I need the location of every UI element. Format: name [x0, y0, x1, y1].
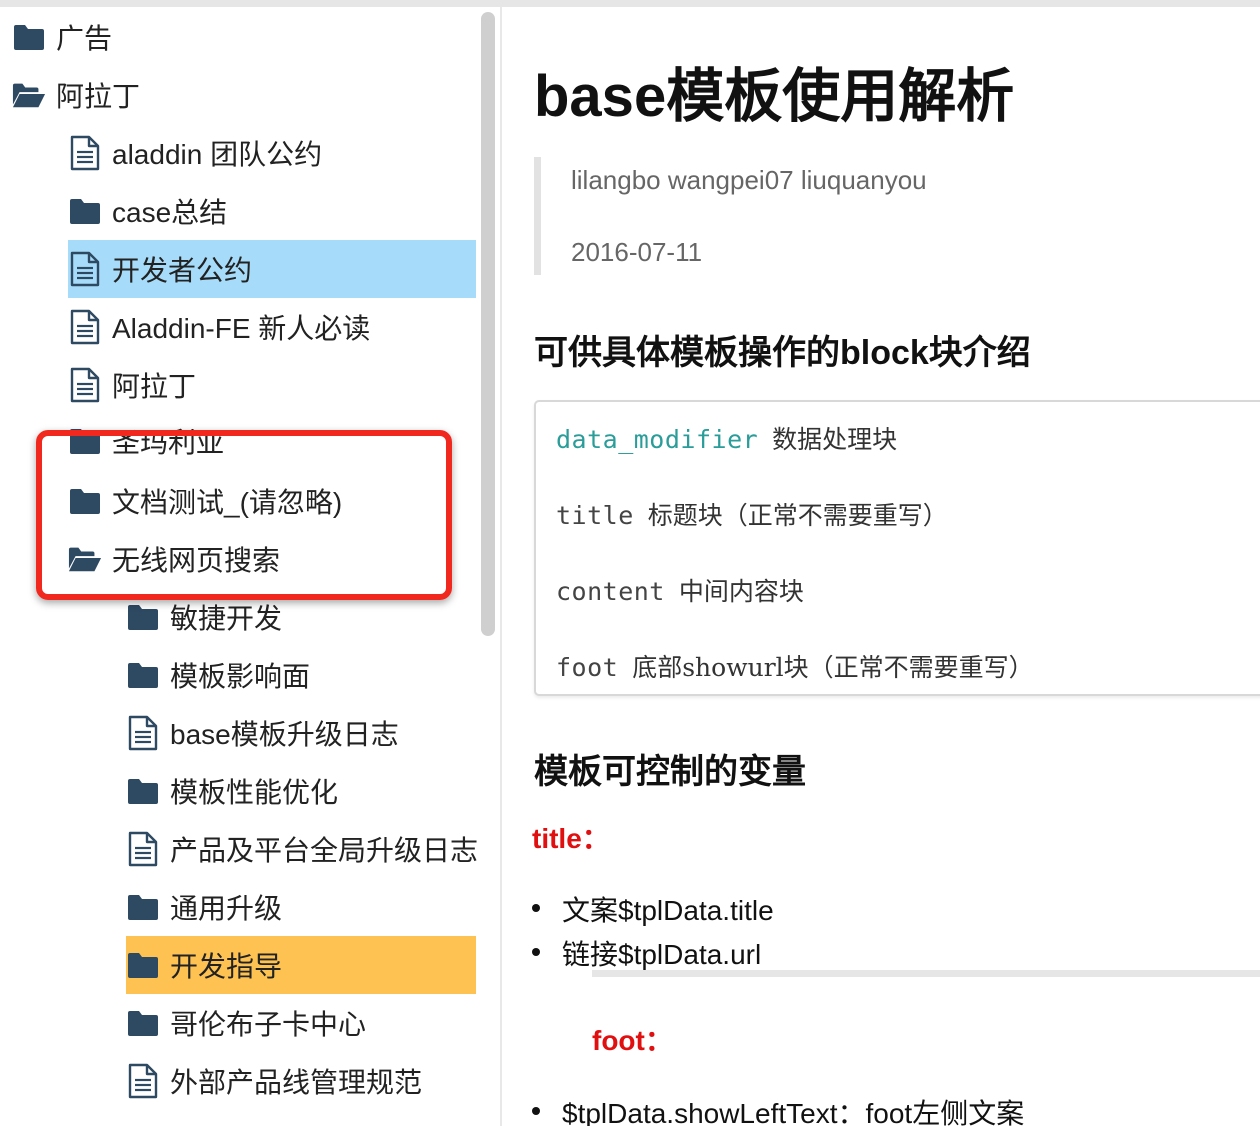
publish-date: 2016-07-11	[571, 237, 703, 267]
document-icon	[68, 251, 102, 287]
sidebar-scrollbar-thumb[interactable]	[481, 12, 495, 636]
block-row: content 中间内容块	[556, 572, 804, 608]
sidebar-item-label: 敏捷开发	[170, 603, 283, 634]
sidebar-item-label: aladdin 团队公约	[112, 139, 323, 170]
sidebar-item[interactable]: 阿拉丁	[68, 356, 476, 414]
block-code: content	[556, 577, 665, 606]
sidebar-item[interactable]: 圣玛利亚	[68, 412, 476, 470]
sidebar-item[interactable]: 广告	[12, 8, 472, 66]
meta-blockquote: lilangbo wangpei07 liuquanyou 2016-07-11	[534, 157, 1241, 275]
sidebar-item[interactable]: 无线网页搜索	[68, 530, 476, 588]
sidebar-item-label: 外部产品线管理规范	[170, 1067, 423, 1098]
folder-closed-icon	[126, 890, 160, 924]
sidebar-item[interactable]: 产品及平台全局升级日志	[126, 820, 479, 878]
folder-closed-icon	[68, 424, 102, 458]
block-desc: 标题块（正常不需要重写）	[647, 501, 948, 530]
sidebar-tree: 广告阿拉丁 aladdin 团队公约 case总结 开发者公约 Aladdin-FE 新…	[0, 7, 500, 1126]
top-border	[0, 0, 1260, 7]
sidebar-item-label: 产品及平台全局升级日志	[170, 835, 479, 866]
sidebar-item-label: base模板升级日志	[170, 719, 399, 750]
sidebar-item-label: 模板性能优化	[170, 777, 339, 808]
block-row: foot 底部showurl块（正常不需要重写）	[556, 648, 1034, 684]
variable-label-title: title：	[532, 823, 610, 854]
sidebar-item[interactable]: case总结	[68, 182, 476, 240]
sidebar-item-label: 哥伦布子卡中心	[170, 1009, 367, 1040]
sidebar-item-label: 阿拉丁	[112, 371, 197, 402]
folder-closed-icon	[126, 658, 160, 692]
list-item: 文案$tplData.title	[532, 889, 774, 929]
horizontal-rule	[592, 970, 1260, 977]
sidebar-item-label: Aladdin-FE 新人必读	[112, 313, 371, 344]
variable-label-foot: foot：	[592, 1025, 673, 1056]
sidebar-item[interactable]: 阿拉丁	[12, 66, 472, 124]
document-icon	[126, 831, 160, 867]
block-desc: 数据处理块	[772, 425, 898, 454]
sidebar-item-label: 文档测试_(请忽略)	[112, 487, 343, 518]
document-content: base模板使用解析 lilangbo wangpei07 liuquanyou…	[502, 7, 1260, 1126]
page-title: base模板使用解析	[534, 64, 1015, 129]
sidebar-item[interactable]: 敏捷开发	[126, 588, 476, 646]
folder-closed-icon	[68, 194, 102, 228]
document-icon	[68, 309, 102, 345]
folder-closed-icon	[68, 484, 102, 518]
sidebar-item[interactable]: 模板性能优化	[126, 762, 476, 820]
document-icon	[68, 367, 102, 403]
folder-closed-icon	[126, 1006, 160, 1040]
folder-closed-icon	[126, 600, 160, 634]
document-icon	[126, 1063, 160, 1099]
sidebar-item[interactable]: aladdin 团队公约	[68, 124, 476, 182]
sidebar-item-label: 开发指导	[170, 951, 283, 982]
block-code: data_modifier	[556, 425, 759, 454]
folder-open-icon	[12, 78, 46, 112]
block-code: title	[556, 501, 634, 530]
sidebar-item[interactable]: 文档测试_(请忽略)	[68, 472, 476, 530]
sidebar-item[interactable]: 开发者公约	[68, 240, 476, 298]
folder-closed-icon	[126, 948, 160, 982]
code-block: data_modifier 数据处理块 title 标题块（正常不需要重写） con…	[534, 400, 1260, 696]
folder-closed-icon	[12, 20, 46, 54]
block-row: data_modifier 数据处理块	[556, 420, 897, 456]
section-heading-blocks: 可供具体模板操作的block块介绍	[534, 334, 1031, 372]
document-icon	[126, 715, 160, 751]
folder-closed-icon	[126, 774, 160, 808]
sidebar-item-label: 模板影响面	[170, 661, 311, 692]
folder-open-icon	[68, 542, 102, 576]
sidebar-item[interactable]: 模板影响面	[126, 646, 476, 704]
sidebar-item-label: 阿拉丁	[56, 81, 141, 112]
list-item: 链接$tplData.url	[531, 933, 761, 973]
sidebar-item[interactable]: 通用升级	[126, 878, 476, 936]
sidebar-item-label: 通用升级	[170, 893, 283, 924]
sidebar-item[interactable]: 哥伦布子卡中心	[126, 994, 476, 1052]
sidebar-item-label: 圣玛利亚	[112, 427, 225, 458]
section-heading-variables: 模板可控制的变量	[534, 753, 806, 791]
block-code: foot	[556, 653, 619, 682]
sidebar-item-label: 开发者公约	[112, 255, 253, 286]
sidebar-item-label: case总结	[112, 197, 228, 228]
sidebar-item-label: 无线网页搜索	[112, 545, 281, 576]
sidebar-item[interactable]: 开发指导	[126, 936, 476, 994]
sidebar-item-label: 广告	[56, 23, 113, 54]
sidebar-item[interactable]: Aladdin-FE 新人必读	[68, 298, 476, 356]
list-item: $tplData.showLeftText：foot左侧文案	[531, 1092, 1024, 1126]
block-row: title 标题块（正常不需要重写）	[556, 496, 948, 532]
sidebar-item[interactable]: base模板升级日志	[126, 704, 476, 762]
block-desc: 中间内容块	[678, 577, 804, 606]
sidebar-item[interactable]: 外部产品线管理规范	[126, 1052, 476, 1110]
authors: lilangbo wangpei07 liuquanyou	[571, 165, 927, 195]
document-icon	[68, 135, 102, 171]
block-desc: 底部showurl块（正常不需要重写）	[632, 653, 1034, 682]
